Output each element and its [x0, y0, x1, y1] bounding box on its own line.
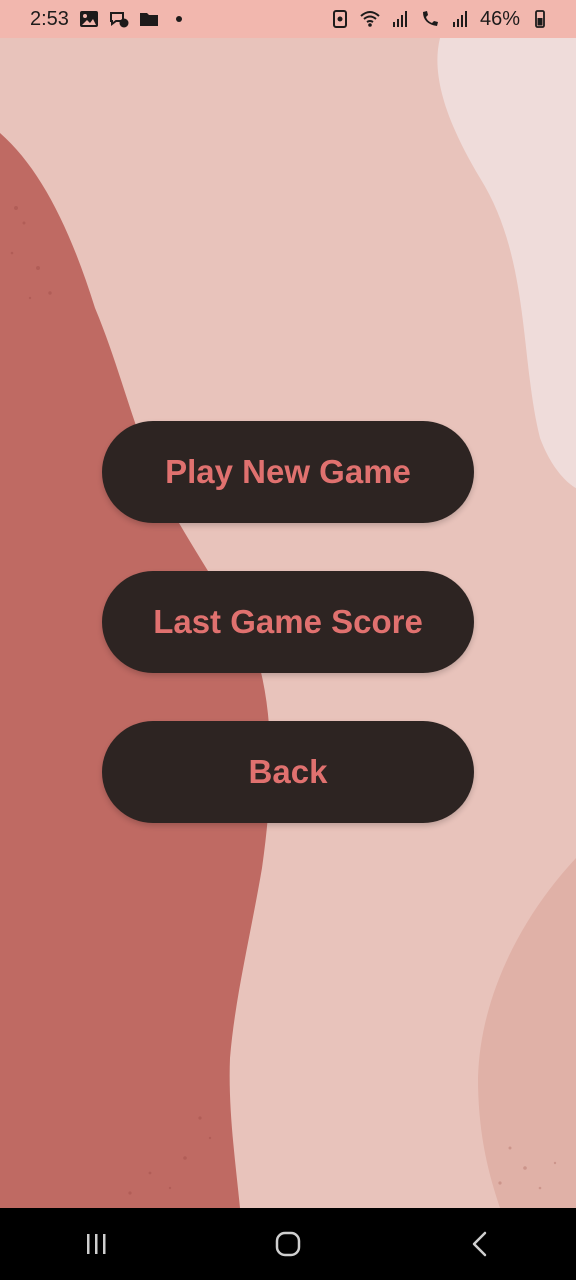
status-right: 46% [330, 8, 550, 31]
back-icon [472, 1231, 487, 1257]
nfc-icon [330, 9, 350, 29]
battery-icon [530, 9, 550, 29]
back-button[interactable]: Back [102, 721, 474, 823]
status-bar: 2:53 46% [0, 0, 576, 38]
navigation-bar [0, 1208, 576, 1280]
folder-icon [139, 9, 159, 29]
home-icon [275, 1231, 301, 1257]
recent-apps-icon [87, 1234, 106, 1254]
main-menu: Play New Game Last Game Score Back [102, 421, 474, 871]
dot-icon [169, 9, 189, 29]
messenger-icon [109, 9, 129, 29]
status-time: 2:53 [30, 7, 69, 30]
wifi-icon [360, 9, 380, 29]
play-new-game-button[interactable]: Play New Game [102, 421, 474, 523]
status-left: 2:53 [30, 8, 189, 31]
last-game-score-button[interactable]: Last Game Score [102, 571, 474, 673]
signal-icon [450, 9, 470, 29]
system-back-button[interactable] [448, 1216, 512, 1272]
recent-apps-button[interactable] [64, 1216, 128, 1272]
signal-icon [390, 9, 410, 29]
home-button[interactable] [256, 1216, 320, 1272]
gallery-icon [79, 9, 99, 29]
battery-percent: 46% [479, 7, 520, 30]
wifi-call-icon [420, 9, 440, 29]
